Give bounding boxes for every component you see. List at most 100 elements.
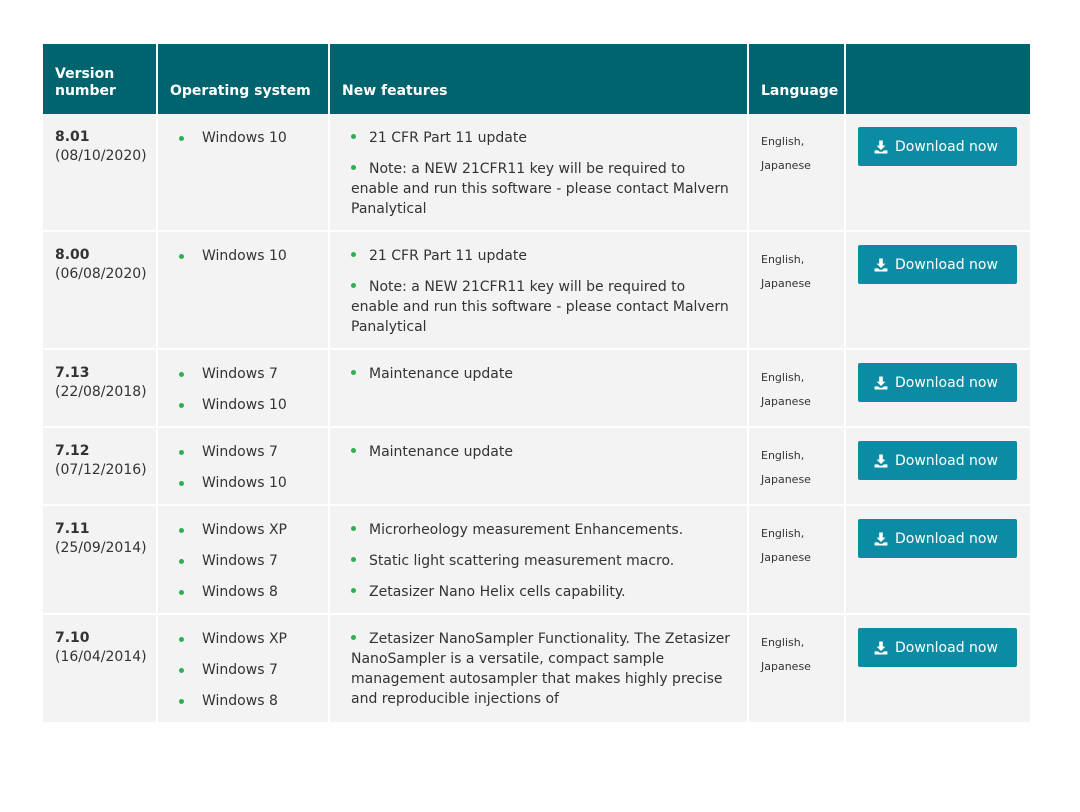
language-item: English, (761, 449, 805, 462)
os-cell: Windows 7 Windows 10 (157, 427, 330, 506)
language-cell: English, Japanese (748, 349, 846, 428)
feature-item: Static light scattering measurement macr… (342, 551, 735, 571)
feature-text: Static light scattering measurement macr… (369, 553, 675, 569)
language-cell: English, Japanese (748, 614, 846, 724)
bullet-dot (351, 447, 356, 453)
download-icon (874, 258, 888, 271)
table-row: 7.12 (07/12/2016) Windows 7 Windows 10 Ma… (43, 427, 1030, 506)
feature-text: Microrheology measurement Enhancements. (369, 522, 684, 538)
bullet-dot (351, 251, 356, 257)
os-item: Windows XP (170, 629, 316, 649)
feature-item: Note: a NEW 21CFR11 key will be required… (342, 159, 735, 219)
version-number: 8.01 (55, 129, 90, 145)
features-cell: 21 CFR Part 11 update Note: a NEW 21CFR11… (329, 114, 749, 232)
table-row: 7.13 (22/08/2018) Windows 7 Windows 10 Ma… (43, 349, 1030, 428)
download-icon (874, 140, 888, 153)
language-cell: English, Japanese (748, 427, 846, 506)
download-now-button[interactable]: Download now (858, 628, 1017, 667)
os-item: Windows 10 (170, 128, 316, 148)
download-now-label: Download now (895, 530, 998, 547)
os-item: Windows 10 (170, 473, 316, 493)
download-now-label: Download now (895, 374, 998, 391)
feature-text: Zetasizer NanoSampler Functionality. The… (351, 631, 731, 707)
os-item: Windows XP (170, 520, 316, 540)
os-item: Windows 10 (170, 395, 316, 415)
features-cell: Zetasizer NanoSampler Functionality. The… (329, 614, 749, 724)
download-now-button[interactable]: Download now (858, 441, 1017, 480)
download-cell: Download now (845, 231, 1030, 350)
os-item: Windows 8 (170, 691, 316, 711)
bullet-dot (351, 164, 356, 170)
feature-text: Note: a NEW 21CFR11 key will be required… (351, 279, 729, 335)
language-item: Japanese (761, 159, 811, 172)
header-new-features: New features (329, 44, 749, 114)
software-versions-table: Version number Operating system New feat… (43, 44, 1030, 724)
table-body: 8.01 (08/10/2020) Windows 10 21 CFR Part… (43, 114, 1030, 724)
bullet-dot (351, 556, 356, 562)
language-item: English, (761, 636, 805, 649)
feature-text: Note: a NEW 21CFR11 key will be required… (351, 161, 729, 217)
language-list: English, Japanese (761, 364, 832, 414)
release-date: (16/04/2014) (55, 649, 147, 665)
download-now-button[interactable]: Download now (858, 363, 1017, 402)
feature-text: Maintenance update (369, 444, 513, 460)
os-item: Windows 7 (170, 660, 316, 680)
feature-item: Microrheology measurement Enhancements. (342, 520, 735, 540)
download-now-label: Download now (895, 639, 998, 656)
download-now-label: Download now (895, 138, 998, 155)
version-number: 7.11 (55, 521, 90, 537)
os-cell: Windows 7 Windows 10 (157, 349, 330, 428)
features-list: 21 CFR Part 11 update Note: a NEW 21CFR11… (342, 128, 735, 219)
features-cell: Microrheology measurement Enhancements. S… (329, 505, 749, 615)
bullet-dot (351, 634, 356, 640)
feature-text: 21 CFR Part 11 update (369, 130, 527, 146)
version-number: 7.13 (55, 365, 90, 381)
download-icon (874, 641, 888, 654)
features-list: Maintenance update (342, 364, 735, 384)
download-now-button[interactable]: Download now (858, 519, 1017, 558)
language-item: Japanese (761, 277, 811, 290)
feature-item: Maintenance update (342, 364, 735, 384)
download-icon (874, 454, 888, 467)
os-item: Windows 7 (170, 442, 316, 462)
os-item: Windows 8 (170, 582, 316, 602)
table-row: 7.10 (16/04/2014) Windows XP Windows 7 Win… (43, 614, 1030, 724)
version-number: 8.00 (55, 247, 90, 263)
language-list: English, Japanese (761, 128, 832, 178)
release-date: (07/12/2016) (55, 462, 147, 478)
os-cell: Windows XP Windows 7 Windows 8 (157, 614, 330, 724)
download-now-label: Download now (895, 452, 998, 469)
features-cell: Maintenance update (329, 349, 749, 428)
feature-item: Zetasizer Nano Helix cells capability. (342, 582, 735, 602)
download-now-button[interactable]: Download now (858, 127, 1017, 166)
language-item: English, (761, 527, 805, 540)
features-cell: Maintenance update (329, 427, 749, 506)
os-cell: Windows 10 (157, 231, 330, 350)
release-date: (08/10/2020) (55, 148, 147, 164)
language-item: English, (761, 135, 805, 148)
header-download (845, 44, 1030, 114)
language-cell: English, Japanese (748, 231, 846, 350)
features-list: Microrheology measurement Enhancements. S… (342, 520, 735, 602)
download-cell: Download now (845, 349, 1030, 428)
download-now-button[interactable]: Download now (858, 245, 1017, 284)
table-row: 8.01 (08/10/2020) Windows 10 21 CFR Part… (43, 114, 1030, 232)
release-date: (25/09/2014) (55, 540, 147, 556)
os-list: Windows 10 (170, 246, 316, 266)
header-version-number: Version number (43, 44, 158, 114)
bullet-dot (351, 133, 356, 139)
table-row: 8.00 (06/08/2020) Windows 10 21 CFR Part… (43, 231, 1030, 350)
download-icon (874, 532, 888, 545)
os-cell: Windows XP Windows 7 Windows 8 (157, 505, 330, 615)
os-list: Windows 7 Windows 10 (170, 364, 316, 415)
version-cell: 8.01 (08/10/2020) (43, 114, 158, 232)
version-cell: 7.12 (07/12/2016) (43, 427, 158, 506)
header-operating-system: Operating system (157, 44, 330, 114)
bullet-dot (351, 282, 356, 288)
features-list: Maintenance update (342, 442, 735, 462)
feature-item: Maintenance update (342, 442, 735, 462)
os-list: Windows 10 (170, 128, 316, 148)
download-cell: Download now (845, 114, 1030, 232)
table-row: 7.11 (25/09/2014) Windows XP Windows 7 Win… (43, 505, 1030, 615)
feature-text: Zetasizer Nano Helix cells capability. (369, 584, 626, 600)
